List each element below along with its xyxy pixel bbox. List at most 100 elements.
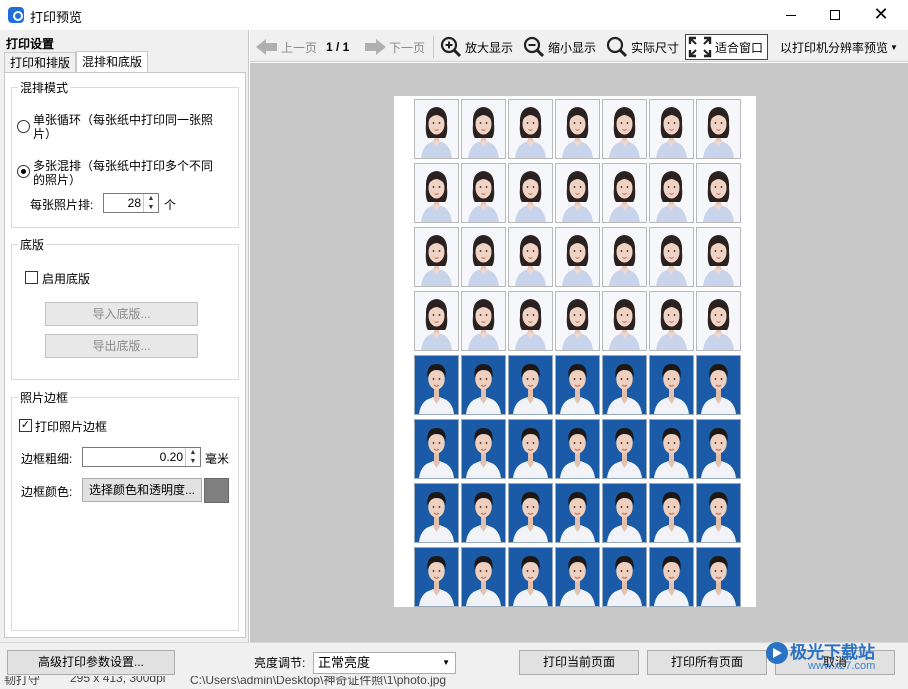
maximize-button[interactable]	[812, 0, 858, 30]
import-base-button[interactable]: 导入底版...	[45, 302, 198, 326]
photo-tile-female	[508, 99, 553, 159]
border-thickness-stepper[interactable]: 0.20 ▲ ▼	[82, 447, 201, 467]
minimize-icon	[786, 14, 796, 16]
close-icon: ✕	[873, 4, 889, 25]
photo-border-legend: 照片边框	[18, 389, 71, 406]
photo-tile-female	[461, 227, 506, 287]
panel-title: 打印设置	[6, 37, 55, 51]
photo-tile-male	[649, 483, 694, 543]
single-loop-label-line1: 单张循环（每张纸中打印同一张照	[33, 113, 214, 127]
single-loop-radio[interactable]	[17, 120, 30, 133]
photo-tile-female	[649, 291, 694, 351]
page-indicator: 1 / 1	[326, 40, 350, 54]
advanced-settings-button[interactable]: 高级打印参数设置...	[7, 650, 175, 675]
border-thickness-label: 边框粗细:	[21, 452, 73, 466]
photo-tile-male	[461, 547, 506, 607]
app-logo-icon	[8, 7, 24, 23]
photo-tile-female	[414, 227, 459, 287]
per-sheet-stepper[interactable]: 28 ▲ ▼	[103, 193, 159, 213]
zoom-out-icon	[523, 36, 545, 58]
photo-tile-female	[414, 291, 459, 351]
stepper-down-icon[interactable]: ▼	[186, 457, 200, 466]
photo-tile-female	[414, 99, 459, 159]
export-base-button[interactable]: 导出底版...	[45, 334, 198, 358]
zoom-in-button[interactable]: 放大显示	[440, 34, 513, 60]
photo-tile-female	[602, 227, 647, 287]
stepper-up-icon[interactable]: ▲	[186, 448, 200, 457]
minimize-button[interactable]	[768, 0, 814, 30]
choose-color-button[interactable]: 选择颜色和透明度...	[82, 478, 202, 502]
zoom-out-button[interactable]: 缩小显示	[523, 34, 596, 60]
tab-mix-base[interactable]: 混排和底版	[76, 51, 149, 73]
photo-tile-female	[555, 163, 600, 223]
print-current-button[interactable]: 打印当前页面	[519, 650, 639, 675]
brightness-label: 亮度调节:	[254, 656, 306, 670]
photo-tile-male	[508, 355, 553, 415]
arrow-right-icon	[364, 39, 386, 55]
photo-tile-male	[555, 355, 600, 415]
border-color-swatch[interactable]	[204, 478, 229, 503]
photo-tile-female	[555, 291, 600, 351]
tab-print-layout[interactable]: 打印和排版	[4, 52, 77, 73]
photo-tile-male	[602, 355, 647, 415]
multi-mix-label-line1: 多张混排（每张纸中打印多个不同	[33, 159, 214, 173]
border-color-label: 边框颜色:	[21, 485, 73, 499]
status-image-size: 295 x 413, 300dpi	[70, 676, 166, 685]
print-all-button[interactable]: 打印所有页面	[647, 650, 767, 675]
photo-tile-male	[555, 547, 600, 607]
border-thickness-unit: 毫米	[205, 452, 230, 466]
photo-tile-male	[508, 419, 553, 479]
mix-mode-legend: 混排模式	[18, 79, 71, 96]
print-border-checkbox[interactable]: ✓	[19, 419, 32, 432]
photo-tile-male	[414, 355, 459, 415]
chevron-down-icon: ▼	[442, 658, 450, 667]
brightness-select[interactable]: 正常亮度 ▼	[313, 652, 456, 674]
watermark-logo-icon	[766, 642, 788, 664]
photo-tile-female	[508, 227, 553, 287]
magnifier-icon	[606, 36, 628, 58]
watermark-url: www.xz7.com	[808, 660, 876, 672]
photo-tile-male	[696, 355, 741, 415]
maximize-icon	[830, 10, 840, 20]
fit-window-button[interactable]: 适合窗口	[685, 34, 769, 60]
prev-page-button[interactable]: 上一页	[256, 34, 317, 60]
base-plate-legend: 底版	[18, 236, 47, 253]
photo-tile-female	[461, 99, 506, 159]
photo-tile-male	[602, 483, 647, 543]
border-thickness-value: 0.20	[159, 450, 183, 464]
printer-resolution-dropdown[interactable]: 以打印机分辨率预览 ▼	[780, 34, 898, 60]
print-border-label: 打印照片边框	[35, 420, 108, 434]
photo-tile-male	[555, 483, 600, 543]
preview-area	[250, 63, 908, 642]
photo-tile-male	[414, 547, 459, 607]
single-loop-label-line2: 片）	[33, 127, 58, 141]
per-sheet-arrows[interactable]: ▲ ▼	[143, 194, 158, 212]
photo-tile-male	[649, 547, 694, 607]
fit-window-label: 适合窗口	[715, 40, 764, 55]
toolbar-separator	[433, 36, 434, 58]
photo-tile-female	[414, 163, 459, 223]
status-file-path: C:\Users\admin\Desktop\神奇证件照\1\photo.jpg	[190, 676, 447, 687]
brightness-value: 正常亮度	[318, 655, 371, 670]
next-page-button[interactable]: 下一页	[364, 34, 425, 60]
photo-tile-female	[696, 227, 741, 287]
multi-mix-radio[interactable]	[17, 165, 30, 178]
prev-page-label: 上一页	[281, 40, 318, 55]
border-thickness-arrows[interactable]: ▲ ▼	[185, 448, 200, 466]
photo-tile-male	[461, 483, 506, 543]
stepper-up-icon[interactable]: ▲	[144, 194, 158, 203]
photo-tile-female	[696, 291, 741, 351]
per-sheet-unit: 个	[164, 198, 177, 212]
photo-tile-male	[602, 419, 647, 479]
photo-tile-female	[602, 163, 647, 223]
actual-size-button[interactable]: 实际尺寸	[606, 34, 679, 60]
stepper-down-icon[interactable]: ▼	[144, 203, 158, 212]
photo-tile-female	[555, 227, 600, 287]
photo-tile-female	[649, 227, 694, 287]
settings-tabs: 打印和排版 混排和底版	[4, 51, 149, 73]
enable-base-checkbox[interactable]	[25, 271, 38, 284]
arrow-left-icon	[256, 39, 278, 55]
photo-tile-female	[602, 99, 647, 159]
photo-tile-female	[696, 99, 741, 159]
close-button[interactable]: ✕	[858, 0, 904, 30]
